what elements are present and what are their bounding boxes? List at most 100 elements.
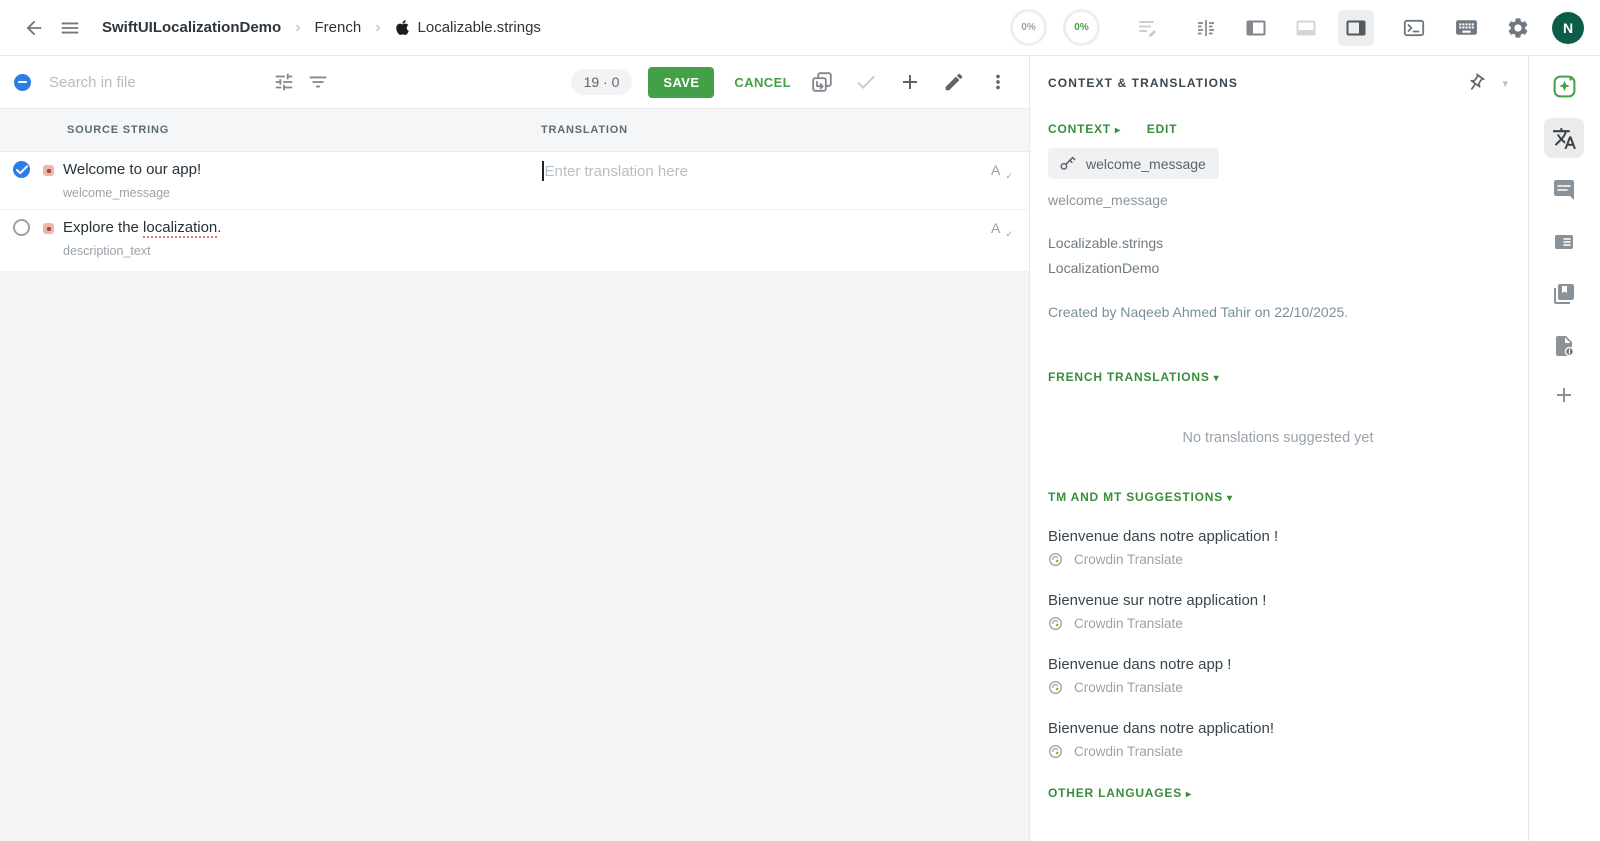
breadcrumb-chevron-icon: › [375,18,381,36]
spellcheck-letter: A [991,220,1001,236]
breadcrumb-project[interactable]: SwiftUILocalizationDemo [102,19,281,36]
row-checkbox[interactable] [13,161,30,178]
context-panel-header: CONTEXT & TRANSLATIONS ▾ [1048,56,1508,93]
source-text-suffix: . [217,219,222,236]
project-name-text: LocalizationDemo [1048,260,1160,276]
row-checkbox[interactable] [13,219,30,236]
spellcheck-icon[interactable]: A ✓ [991,220,1013,239]
table-row[interactable]: Welcome to our app! welcome_message Ente… [0,152,1029,210]
string-key-pill[interactable]: welcome_message [1048,148,1219,179]
approved-progress-circle[interactable]: 0% [1063,9,1100,46]
table-row[interactable]: Explore the localization. description_te… [0,210,1029,272]
right-panel-view-button[interactable] [1338,9,1374,46]
context-link-label: CONTEXT [1048,122,1111,136]
context-links: CONTEXT ▸ EDIT [1048,122,1508,136]
other-languages-label: OTHER LANGUAGES [1048,786,1183,800]
suggestions-list: Bienvenue dans notre application ! Crowd… [1048,528,1508,759]
suggestion-provider: Crowdin Translate [1074,744,1183,759]
bottom-panel-view-icon [1294,16,1318,40]
caret-right-icon: ▸ [1186,789,1192,800]
comments-tab-button[interactable] [1544,170,1584,210]
suggestion-provider: Crowdin Translate [1074,616,1183,631]
panel-rail [1529,56,1599,841]
suggestion-item[interactable]: Bienvenue sur notre application ! Crowdi… [1048,592,1508,631]
approve-button[interactable] [849,65,883,99]
panel-collapse-button[interactable]: ▾ [1502,77,1508,90]
no-translations-message: No translations suggested yet [1182,430,1374,446]
settings-button[interactable] [1500,10,1536,46]
console-button[interactable] [1396,10,1432,46]
translated-progress-circle[interactable]: 0% [1010,9,1047,46]
suggestion-item[interactable]: Bienvenue dans notre app ! Crowdin Trans… [1048,656,1508,695]
side-by-side-view-icon [1194,16,1218,40]
spellcheck-icon[interactable]: A ✓ [991,162,1013,181]
user-avatar[interactable]: N [1552,11,1584,44]
copy-icon [810,70,834,94]
ai-assistant-button[interactable] [1544,66,1584,106]
translation-input-area[interactable]: Enter translation here [542,161,688,181]
translations-section-header[interactable]: FRENCH TRANSLATIONS ▾ [1048,368,1508,386]
pencil-icon [943,71,965,93]
pin-panel-button[interactable] [1466,73,1486,93]
main-content: 19 · 0 SAVE CANCEL [0,56,1600,841]
other-languages-section-header[interactable]: OTHER LANGUAGES ▸ [1048,784,1508,802]
bottom-panel-view-button[interactable] [1288,10,1324,46]
spellcheck-checkmark: ✓ [1005,229,1013,239]
source-column-header: SOURCE STRING [67,124,170,136]
source-text-prefix: Explore the [63,219,144,236]
string-key: description_text [63,244,151,258]
select-all-checkbox[interactable] [14,73,31,91]
suggestions-section-header[interactable]: TM AND MT SUGGESTIONS ▾ [1048,488,1508,506]
untranslated-status-icon [43,165,54,176]
file-info-tab-button[interactable] [1544,326,1584,366]
file-context: Localizable.strings LocalizationDemo [1048,231,1508,281]
search-input[interactable] [49,73,267,91]
key-name-text: welcome_message [1048,192,1168,208]
right-panel-view-icon [1344,16,1368,40]
glossary-book-icon [1552,282,1576,306]
strings-editor: 19 · 0 SAVE CANCEL [0,56,1030,841]
context-link[interactable]: CONTEXT ▸ [1048,122,1121,136]
add-string-button[interactable] [893,65,927,99]
glossary-tab-button[interactable] [1544,274,1584,314]
suggestion-item[interactable]: Bienvenue dans notre application ! Crowd… [1048,528,1508,567]
main-menu-button[interactable] [52,10,88,46]
suggestion-text: Bienvenue dans notre app ! [1048,656,1232,673]
left-panel-view-icon [1244,16,1268,40]
comment-icon [1552,178,1576,202]
suggestion-provider: Crowdin Translate [1074,680,1183,695]
keyboard-shortcuts-button[interactable] [1448,10,1484,46]
side-by-side-view-button[interactable] [1188,10,1224,46]
filter-list-button[interactable] [301,65,335,99]
list-edit-icon [1136,16,1160,40]
created-by-text: Created by Naqeeb Ahmed Tahir on 22/10/2… [1048,304,1349,320]
spellcheck-letter: A [991,162,1001,178]
draft-edit-button[interactable] [1130,10,1166,46]
crowdin-translate-icon [1048,680,1063,695]
copy-source-button[interactable] [805,65,839,99]
back-button[interactable] [16,10,52,46]
caret-right-icon: ▸ [1114,125,1121,136]
edit-context-link[interactable]: EDIT [1147,122,1178,136]
context-panel: CONTEXT & TRANSLATIONS ▾ CONTEXT ▸ EDIT w… [1030,56,1529,841]
cancel-button[interactable]: CANCEL [734,75,791,90]
suggestion-item[interactable]: Bienvenue dans notre application! Crowdi… [1048,720,1508,759]
breadcrumb-language[interactable]: French [315,19,362,36]
add-panel-button[interactable] [1544,378,1584,418]
context-info-tab-button[interactable] [1544,222,1584,262]
filter-options-button[interactable] [267,65,301,99]
translations-tab-button[interactable] [1544,118,1584,158]
keyboard-icon [1454,15,1479,40]
more-options-button[interactable] [981,65,1015,99]
breadcrumb: SwiftUILocalizationDemo › French › Local… [102,19,541,37]
breadcrumb-chevron-icon: › [295,18,301,36]
save-button[interactable]: SAVE [648,66,715,98]
plus-icon [1552,383,1576,414]
breadcrumb-file[interactable]: Localizable.strings [395,19,541,36]
edit-string-button[interactable] [937,65,971,99]
suggestion-text: Bienvenue dans notre application ! [1048,528,1279,545]
left-panel-view-button[interactable] [1238,10,1274,46]
info-card-icon [1552,230,1576,254]
translate-icon [1552,126,1577,151]
editor-toolbar: 19 · 0 SAVE CANCEL [0,56,1029,108]
